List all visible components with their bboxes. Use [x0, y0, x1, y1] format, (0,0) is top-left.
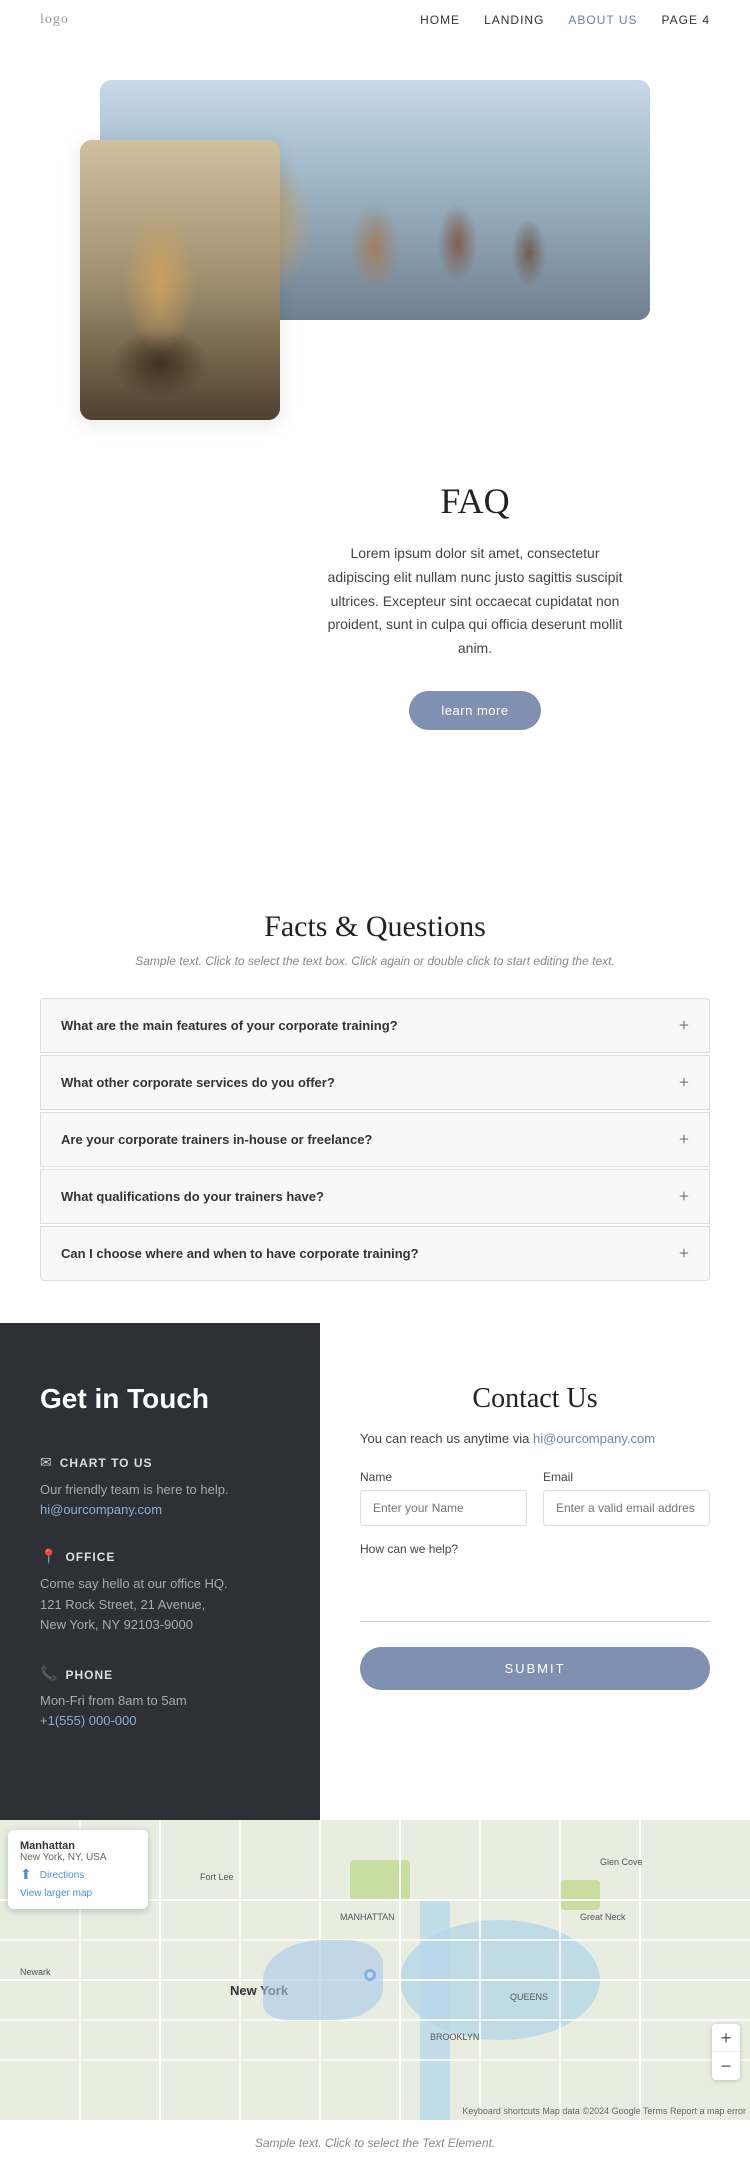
how-textarea[interactable] [360, 1562, 710, 1622]
accordion-item-5[interactable]: Can I choose where and when to have corp… [40, 1226, 710, 1281]
svg-text:BROOKLYN: BROOKLYN [430, 2032, 479, 2042]
office-address2: New York, NY 92103-9000 [40, 1615, 280, 1636]
email-input[interactable] [543, 1490, 710, 1526]
svg-text:New York: New York [230, 1983, 289, 1998]
accordion-item-4[interactable]: What qualifications do your trainers hav… [40, 1169, 710, 1224]
chart-label: CHART TO US [60, 1456, 153, 1470]
contact-phone: 📞 PHONE Mon-Fri from 8am to 5am +1(555) … [40, 1666, 280, 1730]
office-label: OFFICE [65, 1550, 115, 1564]
expand-icon-3: + [679, 1129, 689, 1150]
name-field: Name [360, 1470, 527, 1526]
footer-text: Sample text. Click to select the Text El… [40, 2136, 710, 2150]
email-field: Email [543, 1470, 710, 1526]
how-help-field: How can we help? [360, 1542, 710, 1627]
hero-section: FAQ Lorem ipsum dolor sit amet, consecte… [0, 40, 750, 830]
location-icon: 📍 [40, 1549, 57, 1566]
facts-section: Facts & Questions Sample text. Click to … [0, 830, 750, 1323]
chart-desc: Our friendly team is here to help. [40, 1480, 280, 1501]
hero-overlay-card [80, 140, 280, 420]
svg-text:Fort Lee: Fort Lee [200, 1872, 234, 1882]
office-address1: 121 Rock Street, 21 Avenue, [40, 1595, 280, 1616]
faq-content: FAQ Lorem ipsum dolor sit amet, consecte… [40, 400, 710, 770]
contact-chart: ✉ CHART TO US Our friendly team is here … [40, 1455, 280, 1519]
contact-email-link[interactable]: hi@ourcompany.com [533, 1431, 655, 1446]
view-larger-link[interactable]: View larger map [20, 1888, 136, 1899]
directions-link[interactable]: Directions [40, 1870, 84, 1881]
map-attribution: Keyboard shortcuts Map data ©2024 Google… [462, 2106, 746, 2116]
svg-text:QUEENS: QUEENS [510, 1992, 548, 2002]
nav-landing[interactable]: LANDING [484, 13, 544, 27]
form-name-email-row: Name Email [360, 1470, 710, 1526]
facts-title: Facts & Questions [40, 910, 710, 944]
map-zoom-controls: + − [712, 2024, 740, 2080]
hero-image-area [40, 80, 710, 400]
zoom-in-button[interactable]: + [712, 2024, 740, 2052]
accordion-item-1[interactable]: What are the main features of your corpo… [40, 998, 710, 1053]
accordion-item-2[interactable]: What other corporate services do you off… [40, 1055, 710, 1110]
map-section: New York Newark MANHATTAN BROOKLYN QUEEN… [0, 1820, 750, 2120]
map-placeholder: New York Newark MANHATTAN BROOKLYN QUEEN… [0, 1820, 750, 2120]
submit-button[interactable]: SUBMIT [360, 1647, 710, 1690]
name-label: Name [360, 1470, 527, 1484]
nav-page4[interactable]: PAGE 4 [662, 13, 710, 27]
chart-email[interactable]: hi@ourcompany.com [40, 1502, 162, 1517]
nav-links: HOME LANDING ABOUT US PAGE 4 [420, 13, 710, 27]
accordion: What are the main features of your corpo… [40, 998, 710, 1281]
directions-icon: ⬆ [20, 1867, 32, 1884]
phone-hours: Mon-Fri from 8am to 5am [40, 1691, 280, 1712]
nav-about[interactable]: ABOUT US [568, 13, 637, 27]
expand-icon-4: + [679, 1186, 689, 1207]
contact-form: Name Email How can we help? SUBMIT [360, 1470, 710, 1690]
contact-left: Get in Touch ✉ CHART TO US Our friendly … [0, 1323, 320, 1820]
faq-title: FAQ [320, 480, 630, 522]
email-icon: ✉ [40, 1455, 52, 1472]
faq-description: Lorem ipsum dolor sit amet, consectetur … [320, 542, 630, 661]
get-in-touch-title: Get in Touch [40, 1383, 280, 1415]
facts-subtitle: Sample text. Click to select the text bo… [40, 954, 710, 968]
accordion-item-3[interactable]: Are your corporate trainers in-house or … [40, 1112, 710, 1167]
how-label: How can we help? [360, 1542, 710, 1556]
contact-right: Contact Us You can reach us anytime via … [320, 1323, 750, 1820]
expand-icon-2: + [679, 1072, 689, 1093]
footer: Sample text. Click to select the Text El… [0, 2120, 750, 2166]
nav-home[interactable]: HOME [420, 13, 460, 27]
name-input[interactable] [360, 1490, 527, 1526]
svg-text:MANHATTAN: MANHATTAN [340, 1912, 395, 1922]
contact-section: Get in Touch ✉ CHART TO US Our friendly … [0, 1323, 750, 1820]
learn-more-button[interactable]: learn more [409, 691, 540, 730]
phone-label: PHONE [65, 1668, 113, 1682]
map-address: New York, NY, USA [20, 1852, 136, 1863]
phone-number[interactable]: +1(555) 000-000 [40, 1713, 137, 1728]
zoom-out-button[interactable]: − [712, 2052, 740, 2080]
map-place: Manhattan [20, 1840, 136, 1852]
phone-icon: 📞 [40, 1666, 57, 1683]
expand-icon-5: + [679, 1243, 689, 1264]
navigation: logo HOME LANDING ABOUT US PAGE 4 [0, 0, 750, 40]
expand-icon-1: + [679, 1015, 689, 1036]
svg-text:Newark: Newark [20, 1967, 51, 1977]
logo: logo [40, 12, 69, 28]
svg-text:Glen Cove: Glen Cove [600, 1857, 643, 1867]
reach-text: You can reach us anytime via hi@ourcompa… [360, 1431, 710, 1446]
map-popup: Manhattan New York, NY, USA ⬆ Directions… [8, 1830, 148, 1909]
svg-text:Great Neck: Great Neck [580, 1912, 626, 1922]
contact-office: 📍 OFFICE Come say hello at our office HQ… [40, 1549, 280, 1636]
contact-us-title: Contact Us [360, 1383, 710, 1415]
office-desc: Come say hello at our office HQ. [40, 1574, 280, 1595]
email-label: Email [543, 1470, 710, 1484]
